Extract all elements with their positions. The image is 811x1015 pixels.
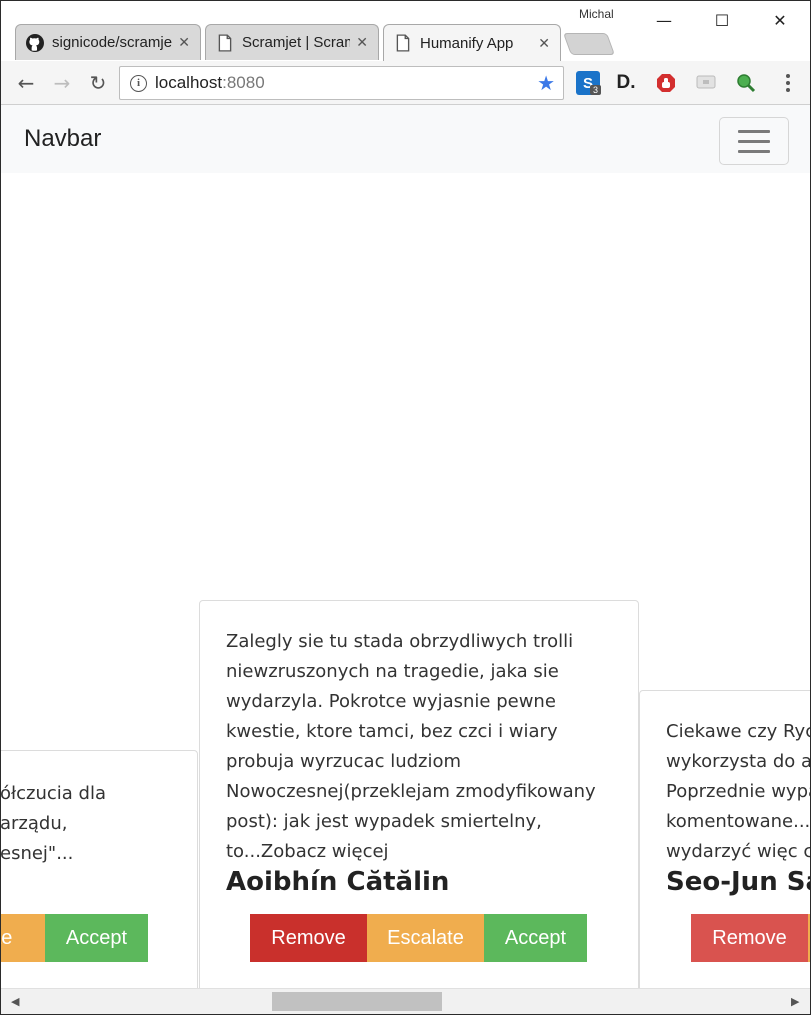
- scroll-left-icon[interactable]: ◀: [11, 995, 19, 1008]
- comment-author: Aoibhín Cătălin: [226, 867, 450, 897]
- remove-button[interactable]: Remove: [250, 914, 367, 962]
- d-extension-icon[interactable]: D.: [614, 71, 638, 95]
- tab-label: Humanify App: [420, 34, 514, 52]
- menu-dot: [786, 81, 790, 85]
- profile-name[interactable]: Michal: [579, 7, 614, 21]
- tab-label: signicode/scramjet: [52, 34, 173, 51]
- green-extension-icon[interactable]: [734, 71, 758, 95]
- close-window-button[interactable]: ✕: [757, 7, 803, 33]
- horizontal-scrollbar[interactable]: ◀ ▶: [1, 988, 810, 1014]
- escalate-button[interactable]: ate: [1, 914, 45, 962]
- magnifier-icon: [737, 74, 756, 93]
- scroll-right-icon[interactable]: ▶: [791, 995, 799, 1008]
- hamburger-line: [738, 149, 770, 153]
- page-viewport: Navbar ółczucia dla arządu, esnej"... at…: [1, 105, 810, 988]
- page-icon: [396, 34, 410, 52]
- navbar-brand[interactable]: Navbar: [24, 125, 101, 153]
- title-bar: Michal — ☐ ✕ signicode/scramjet ✕ Scramj…: [1, 1, 810, 61]
- bookmark-star-icon[interactable]: ★: [537, 71, 555, 96]
- tab-github[interactable]: signicode/scramjet ✕: [15, 24, 201, 60]
- tab-humanify-app[interactable]: Humanify App ✕: [383, 24, 561, 61]
- comment-text: ółczucia dla arządu, esnej"...: [1, 783, 106, 864]
- navbar-toggler-button[interactable]: [719, 117, 789, 165]
- page-icon: [218, 33, 232, 52]
- browser-toolbar: ← → ↻ i localhost:8080 ★ S 3 D.: [1, 61, 810, 105]
- comment-text: Zalegly sie tu stada obrzydliwych trolli…: [226, 631, 596, 862]
- address-bar[interactable]: i localhost:8080 ★: [119, 66, 564, 100]
- tab-close-icon[interactable]: ✕: [178, 34, 190, 51]
- adblock-icon[interactable]: [654, 71, 678, 95]
- cast-extension-icon[interactable]: [694, 71, 718, 95]
- scrollbar-thumb[interactable]: [272, 992, 442, 1011]
- hamburger-line: [738, 129, 770, 133]
- comment-author: Seo-Jun Sa: [666, 867, 810, 897]
- accept-button[interactable]: Accept: [484, 914, 587, 962]
- tab-label: Scramjet | Scramjet: [242, 34, 350, 51]
- github-icon: [26, 33, 44, 52]
- remove-button[interactable]: Remove: [691, 914, 808, 962]
- adblock-hand-icon: [657, 74, 675, 92]
- chrome-menu-button[interactable]: [781, 71, 795, 95]
- tab-close-icon[interactable]: ✕: [356, 34, 368, 51]
- new-tab-button[interactable]: [562, 33, 616, 55]
- escalate-button-edge[interactable]: [808, 914, 810, 962]
- hamburger-line: [738, 139, 770, 143]
- browser-window: Michal — ☐ ✕ signicode/scramjet ✕ Scramj…: [0, 0, 811, 1015]
- menu-dot: [786, 88, 790, 92]
- s-extension-icon[interactable]: S 3: [576, 71, 602, 95]
- extension-badge: 3: [590, 85, 602, 95]
- tab-scramjet[interactable]: Scramjet | Scramjet ✕: [205, 24, 379, 60]
- escalate-button[interactable]: Escalate: [367, 914, 484, 962]
- site-info-icon[interactable]: i: [130, 74, 147, 92]
- cast-icon: [696, 75, 716, 89]
- maximize-button[interactable]: ☐: [699, 7, 745, 33]
- comment-card-left: ółczucia dla arządu, esnej"... ate Accep…: [1, 750, 198, 988]
- url-host: localhost: [155, 73, 223, 92]
- forward-button[interactable]: →: [49, 71, 75, 95]
- reload-button[interactable]: ↻: [85, 71, 111, 95]
- back-button[interactable]: ←: [13, 71, 39, 95]
- tab-close-icon[interactable]: ✕: [538, 35, 550, 52]
- url-port: :8080: [222, 73, 265, 92]
- minimize-button[interactable]: —: [641, 7, 687, 33]
- comment-card-center: Zalegly sie tu stada obrzydliwych trolli…: [199, 600, 639, 988]
- comment-text: Ciekawe czy Ryc wykorzysta do al Poprzed…: [666, 721, 810, 862]
- comment-card-right: Ciekawe czy Ryc wykorzysta do al Poprzed…: [639, 690, 810, 988]
- accept-button[interactable]: Accept: [45, 914, 148, 962]
- app-navbar: Navbar: [1, 105, 810, 173]
- menu-dot: [786, 74, 790, 78]
